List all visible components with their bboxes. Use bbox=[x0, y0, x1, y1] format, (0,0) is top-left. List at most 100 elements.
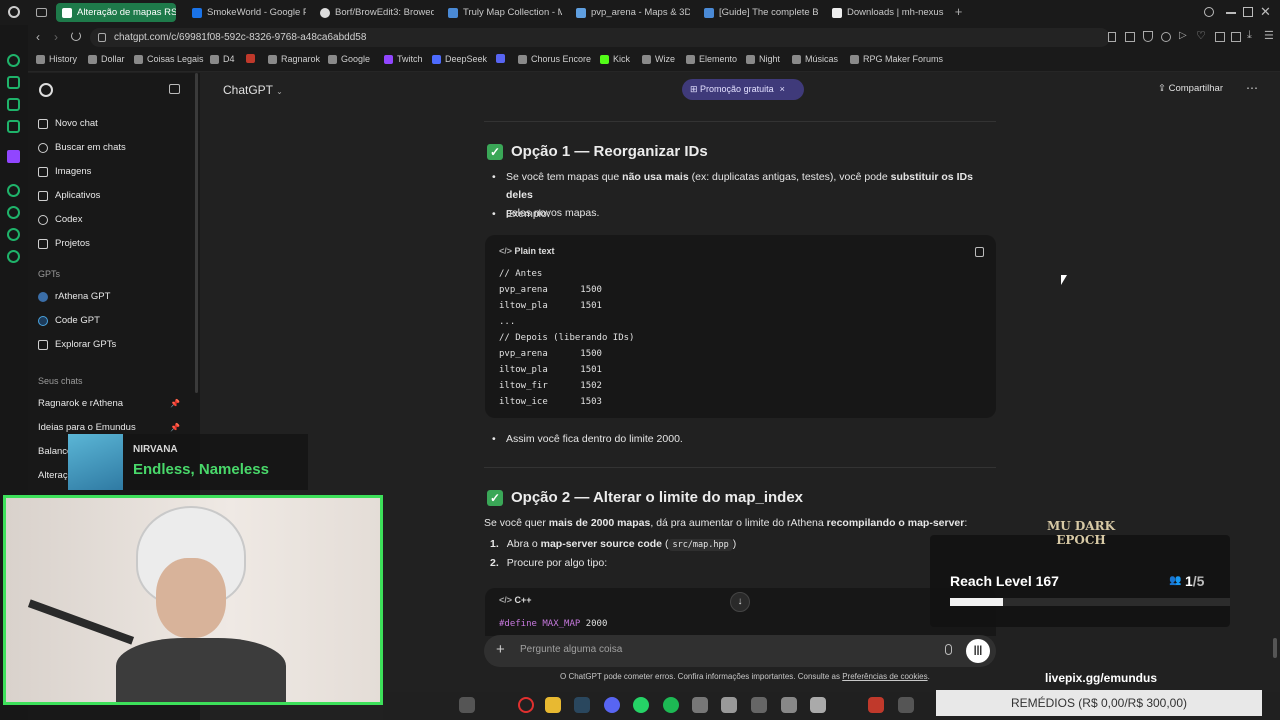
tab-downloads[interactable]: Downloads | mh-nexus bbox=[826, 3, 946, 22]
music-icon[interactable] bbox=[7, 120, 20, 133]
tab-pvp-arena[interactable]: pvp_arena - Maps & 3D R bbox=[570, 3, 690, 22]
whatsapp-icon[interactable] bbox=[7, 54, 20, 67]
steam-icon[interactable] bbox=[574, 697, 590, 713]
bookmark-d4[interactable]: D4 bbox=[210, 54, 235, 64]
sidebar-item-aplicativos[interactable]: Aplicativos bbox=[38, 190, 100, 201]
gpt-item-code[interactable]: Code GPT bbox=[38, 315, 100, 326]
app-icon[interactable] bbox=[868, 697, 884, 713]
bookmark-coisas-legais[interactable]: Coisas Legais bbox=[134, 54, 204, 64]
code-line: iltow_pla 1501 bbox=[499, 365, 602, 375]
app-icon[interactable] bbox=[692, 697, 708, 713]
site-info-icon[interactable] bbox=[98, 33, 106, 42]
chat-item[interactable]: Ragnarok e rAthena bbox=[38, 398, 123, 409]
sidebar-item-novo-chat[interactable]: Novo chat bbox=[38, 118, 98, 129]
play-icon[interactable] bbox=[7, 184, 20, 197]
heart-icon[interactable]: ♡ bbox=[1196, 29, 1206, 42]
cookie-preferences-link[interactable]: Preferências de cookies bbox=[842, 672, 927, 681]
discord-icon[interactable] bbox=[604, 697, 620, 713]
search-icon[interactable] bbox=[1204, 7, 1214, 17]
bookmark-kick[interactable]: Kick bbox=[600, 54, 630, 64]
forward-icon[interactable]: › bbox=[54, 30, 58, 44]
taskview-icon[interactable] bbox=[459, 697, 475, 713]
gpt-item-explorar[interactable]: Explorar GPTs bbox=[38, 339, 116, 350]
app-icon[interactable] bbox=[810, 697, 826, 713]
messenger-icon[interactable] bbox=[7, 76, 20, 89]
close-promo-icon[interactable]: × bbox=[780, 84, 785, 94]
bookmark-google[interactable]: Google bbox=[328, 54, 370, 64]
tab-smokeworld[interactable]: SmokeWorld - Google Pla bbox=[186, 3, 306, 22]
sidebar-item-codex[interactable]: Codex bbox=[38, 214, 82, 225]
site-favicon-icon bbox=[576, 7, 586, 18]
scroll-down-button[interactable]: ↓ bbox=[730, 592, 750, 612]
wallet-icon[interactable] bbox=[1231, 32, 1241, 42]
chat-item-active[interactable]: Alteraç bbox=[38, 470, 68, 481]
pin-icon[interactable] bbox=[1108, 32, 1116, 42]
new-tab-button[interactable]: + bbox=[952, 5, 965, 18]
gpt-item-rathena[interactable]: rAthena GPT bbox=[38, 291, 110, 302]
file-explorer-icon[interactable] bbox=[545, 697, 561, 713]
plus-icon[interactable]: + bbox=[496, 641, 505, 658]
bookmark-twitch[interactable]: Twitch bbox=[384, 54, 423, 64]
spotify-icon[interactable] bbox=[7, 98, 20, 111]
model-selector[interactable]: ChatGPT ⌄ bbox=[223, 83, 283, 97]
reload-icon[interactable] bbox=[71, 31, 81, 41]
app-icon[interactable] bbox=[898, 697, 914, 713]
shield-icon[interactable] bbox=[1143, 31, 1153, 42]
bookmark-elemento[interactable]: Elemento bbox=[686, 54, 737, 64]
tab-truly-map[interactable]: Truly Map Collection - Ma bbox=[442, 3, 562, 22]
bookmark-ragnarok[interactable]: Ragnarok bbox=[268, 54, 320, 64]
promo-pill[interactable]: ⊞ Promoção gratuita × bbox=[682, 79, 804, 100]
download-icon[interactable]: ⤓ bbox=[1247, 29, 1252, 42]
microphone-icon[interactable] bbox=[945, 644, 952, 655]
bookmark-deepseek[interactable]: DeepSeek bbox=[432, 54, 487, 64]
tab-guide[interactable]: [Guide] The complete Bro bbox=[698, 3, 818, 22]
app-icon[interactable] bbox=[721, 697, 737, 713]
settings-icon[interactable] bbox=[7, 250, 20, 263]
whatsapp-icon[interactable] bbox=[633, 697, 649, 713]
bookmark-night[interactable]: Night bbox=[746, 54, 780, 64]
bookmark-rpg-maker[interactable]: RPG Maker Forums bbox=[850, 54, 943, 64]
tab-browedit[interactable]: Borf/BrowEdit3: Browedit bbox=[314, 3, 434, 22]
bookmark-chorus[interactable]: Chorus Encore bbox=[518, 54, 591, 64]
history-icon[interactable] bbox=[7, 206, 20, 219]
url-field[interactable]: chatgpt.com/c/69981f08-592c-8326-9768-a4… bbox=[90, 28, 1110, 47]
sidebar-item-buscar[interactable]: Buscar em chats bbox=[38, 142, 126, 153]
composer[interactable]: + Pergunte alguma coisa ||| bbox=[484, 635, 996, 667]
maximize-icon[interactable] bbox=[1243, 7, 1253, 17]
chatgpt-logo-icon[interactable] bbox=[39, 83, 53, 97]
screenshot-icon[interactable] bbox=[1125, 32, 1135, 42]
bookmark-history[interactable]: History bbox=[36, 54, 77, 64]
back-icon[interactable]: ‹ bbox=[36, 30, 40, 44]
spotify-icon[interactable] bbox=[663, 697, 679, 713]
bookmark-dollar[interactable]: Dollar bbox=[88, 54, 125, 64]
tab-alteracao-mapas[interactable]: Alteração de mapas RSW bbox=[56, 3, 176, 22]
bookmark-musicas[interactable]: Músicas bbox=[792, 54, 838, 64]
sidebar-scrollbar[interactable] bbox=[195, 73, 198, 393]
bookmark-wize[interactable]: Wize bbox=[642, 54, 675, 64]
extensions-icon[interactable] bbox=[1215, 32, 1225, 42]
bookmark-discord[interactable] bbox=[496, 54, 505, 63]
extensions-icon[interactable] bbox=[7, 228, 20, 241]
close-icon[interactable]: ✕ bbox=[1260, 4, 1271, 20]
bookmark-e[interactable] bbox=[246, 54, 255, 63]
minimize-icon[interactable] bbox=[1226, 12, 1236, 14]
voice-mode-button[interactable]: ||| bbox=[966, 639, 990, 663]
sidebar-item-projetos[interactable]: Projetos bbox=[38, 238, 90, 249]
camera-icon[interactable] bbox=[1161, 32, 1171, 42]
share-button[interactable]: ⇪ Compartilhar bbox=[1158, 83, 1223, 94]
copy-icon[interactable] bbox=[975, 247, 984, 257]
send-icon[interactable]: ▷ bbox=[1179, 30, 1187, 41]
more-options-icon[interactable]: ⋯ bbox=[1246, 81, 1258, 95]
menu-icon[interactable]: ☰ bbox=[1264, 29, 1274, 42]
chat-item[interactable]: Ideias para o Emundus bbox=[38, 422, 136, 433]
app-icon[interactable] bbox=[781, 697, 797, 713]
message-input[interactable]: Pergunte alguma coisa bbox=[520, 644, 622, 655]
opera-logo-icon[interactable] bbox=[8, 6, 20, 18]
app-icon[interactable] bbox=[751, 697, 767, 713]
tab-overview-icon[interactable] bbox=[36, 8, 47, 17]
toggle-sidebar-icon[interactable] bbox=[169, 84, 180, 94]
twitch-icon[interactable] bbox=[7, 150, 20, 163]
main-scrollbar[interactable] bbox=[1273, 638, 1277, 658]
opera-icon[interactable] bbox=[518, 697, 534, 713]
sidebar-item-imagens[interactable]: Imagens bbox=[38, 166, 91, 177]
